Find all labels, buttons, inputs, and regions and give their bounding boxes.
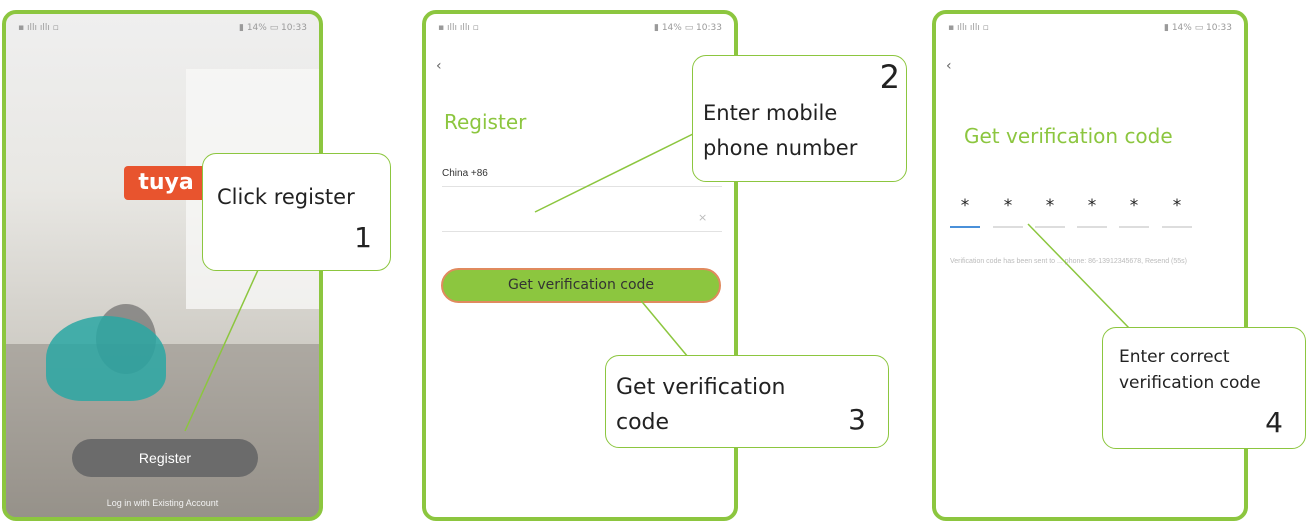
page-title: Register [444, 110, 527, 134]
callout-step-4: Enter correct verification code 4 [1102, 327, 1306, 449]
country-code-selector[interactable]: China +86 [442, 168, 488, 179]
callout-text: Enter mobile phone number [703, 101, 858, 160]
signal-status: ▪ ıllı ıllı ▫ [948, 23, 989, 33]
callout-step-1: Click register 1 [202, 153, 391, 271]
callout-text: Enter correct verification code [1119, 347, 1261, 393]
register-button[interactable]: Register [72, 439, 258, 477]
code-digit[interactable]: * [993, 196, 1023, 216]
clear-input-icon[interactable]: × [698, 211, 707, 224]
code-digit-underline [950, 226, 980, 228]
callout-text: Get verification code [616, 375, 786, 435]
callout-step-3: Get verification code 3 [605, 355, 889, 448]
code-digit-underline [1035, 226, 1065, 228]
code-digit[interactable]: * [1119, 196, 1149, 216]
callout-text: Click register [217, 185, 355, 209]
code-digit-underline [1077, 226, 1107, 228]
step-number: 3 [848, 403, 866, 436]
battery-time-status: ▮ 14% ▭ 10:33 [654, 23, 722, 33]
tuya-logo: tuya [124, 166, 208, 200]
code-digit[interactable]: * [950, 196, 980, 216]
step-number: 1 [354, 221, 372, 254]
code-digit-underline [1162, 226, 1192, 228]
signal-status: ▪ ıllı ıllı ▫ [438, 23, 479, 33]
login-existing-account-link[interactable]: Log in with Existing Account [6, 498, 319, 508]
step-number: 4 [1265, 406, 1283, 439]
code-digit[interactable]: * [1035, 196, 1065, 216]
signal-status: ▪ ıllı ıllı ▫ [18, 23, 59, 33]
code-digit[interactable]: * [1162, 196, 1192, 216]
page-title: Get verification code [964, 124, 1173, 148]
code-digit[interactable]: * [1077, 196, 1107, 216]
callout-step-2: Enter mobile phone number 2 [692, 55, 907, 182]
verification-sent-note: Verification code has been sent to ... p… [950, 258, 1188, 265]
status-bar: ▪ ıllı ıllı ▫ ▮ 14% ▭ 10:33 [936, 14, 1244, 46]
status-bar: ▪ ıllı ıllı ▫ ▮ 14% ▭ 10:33 [6, 14, 319, 46]
battery-time-status: ▮ 14% ▭ 10:33 [1164, 23, 1232, 33]
back-arrow-icon[interactable]: ‹ [436, 58, 442, 74]
battery-time-status: ▮ 14% ▭ 10:33 [239, 23, 307, 33]
code-digit-underline [1119, 226, 1149, 228]
back-arrow-icon[interactable]: ‹ [946, 58, 952, 74]
get-verification-code-button[interactable]: Get verification code [441, 268, 721, 303]
step-number: 2 [879, 58, 900, 96]
status-bar: ▪ ıllı ıllı ▫ ▮ 14% ▭ 10:33 [426, 14, 734, 46]
phone-number-input[interactable] [442, 231, 722, 232]
background-teal-object [46, 316, 166, 401]
divider [442, 186, 722, 187]
code-digit-underline [993, 226, 1023, 228]
